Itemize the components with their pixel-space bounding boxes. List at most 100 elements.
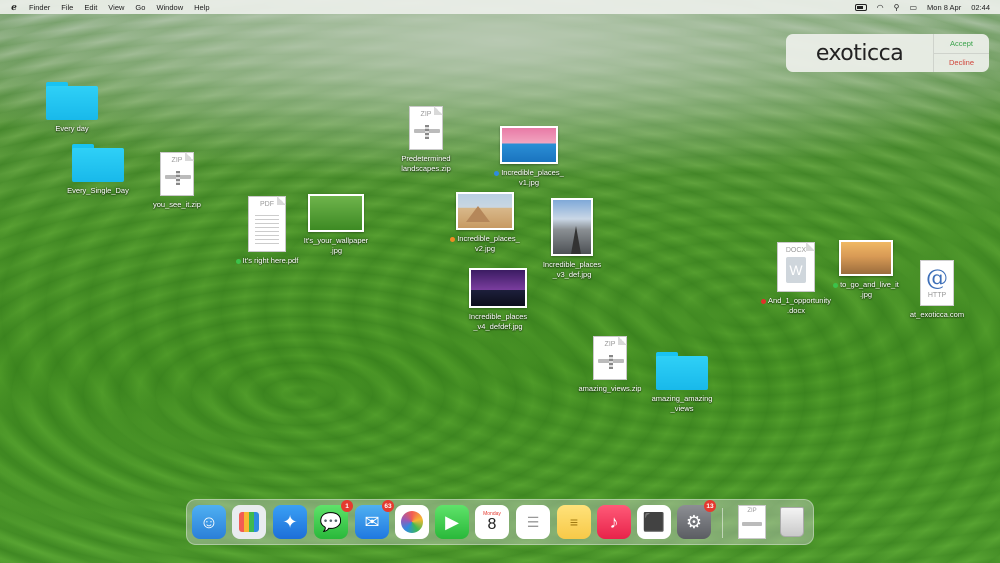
zip-file-icon: ZIP (738, 505, 766, 539)
green-tag-icon (235, 258, 241, 264)
system-settings-icon[interactable]: ⚙ 13 (677, 500, 716, 539)
image-thumbnail (500, 126, 558, 164)
mail-icon[interactable]: ✉ 63 (355, 500, 394, 539)
pdf-file-icon: PDF (248, 196, 286, 252)
zip-file-icon: ZIP (593, 336, 627, 380)
file-label: It's right here.pdf (235, 256, 299, 266)
calendar-day-num: 8 (487, 516, 497, 533)
docx-file-icon: DOCX W (777, 242, 815, 292)
messages-badge: 1 (341, 500, 353, 512)
image-thumbnail (551, 198, 593, 256)
pdf-type-label: PDF (260, 201, 274, 208)
image-thumbnail (469, 268, 527, 308)
red-tag-icon (761, 298, 767, 304)
blue-tag-icon (494, 170, 500, 176)
accept-button[interactable]: Accept (934, 34, 989, 54)
image-thumbnail (308, 194, 364, 232)
exoticca-logo-icon[interactable]: ℯ (8, 2, 20, 13)
file-incredible-places-v2-jpg[interactable]: Incredible_places_ v2.jpg (442, 192, 528, 254)
file-label: Predetermined landscapes.zip (401, 154, 451, 173)
finder-icon[interactable]: ☺ (192, 505, 226, 539)
folder-label: Every day (55, 124, 89, 133)
file-predetermined-landscapes-zip[interactable]: ZIP Predetermined landscapes.zip (390, 106, 462, 174)
folder-icon (656, 352, 708, 390)
menu-finder[interactable]: Finder (29, 3, 50, 12)
calendar-icon[interactable]: Monday 8 (475, 505, 509, 539)
search-icon[interactable]: ⚲ (894, 3, 900, 12)
docx-type-label: DOCX (785, 247, 807, 254)
folder-every-day[interactable]: Every day (44, 82, 100, 134)
file-you-see-it-zip[interactable]: ZIP you_see_it.zip (146, 152, 208, 210)
menu-time[interactable]: 02:44 (971, 3, 990, 12)
folder-label: amazing_amazing _views (651, 394, 713, 413)
photos-icon[interactable] (395, 505, 429, 539)
notification-actions: Accept Decline (933, 34, 989, 72)
file-its-your-wallpaper-jpg[interactable]: It's_your_wallpaper .jpg (296, 194, 376, 256)
zip-type-label: ZIP (171, 157, 183, 164)
file-label: at_exoticca.com (909, 310, 965, 319)
file-label: It's_your_wallpaper .jpg (303, 236, 369, 255)
file-at-exoticca-com[interactable]: @ HTTP at_exoticca.com (902, 260, 972, 320)
folder-label: Every_Single_Day (67, 186, 129, 195)
file-label: to_go_and_live_it .jpg (833, 280, 899, 300)
music-icon[interactable]: ♪ (597, 505, 631, 539)
decline-button[interactable]: Decline (934, 54, 989, 73)
image-thumbnail (456, 192, 514, 230)
menu-view[interactable]: View (108, 3, 124, 12)
messages-icon[interactable]: 💬 1 (314, 500, 353, 539)
folder-icon (72, 144, 124, 182)
http-link-icon: @ HTTP (920, 260, 954, 306)
folder-every-single-day[interactable]: Every_Single_Day (58, 144, 138, 196)
zip-type-label: ZIP (420, 111, 432, 118)
dock-zip-type-label: ZIP (747, 508, 757, 514)
safari-icon[interactable]: ✦ (273, 505, 307, 539)
pdf-label-text: It's right here.pdf (242, 256, 299, 265)
menu-bar-right: ◠ ⚲ ▭ Mon 8 Apr 02:44 (854, 0, 990, 14)
wifi-icon[interactable]: ◠ (877, 3, 884, 12)
battery-icon[interactable] (854, 3, 867, 11)
menu-window[interactable]: Window (156, 3, 183, 12)
menu-go[interactable]: Go (135, 3, 145, 12)
file-label: Incredible_places _v4_defdef.jpg (468, 312, 528, 331)
to-go-label-text: to_go_and_live_it .jpg (840, 280, 899, 299)
notes-icon[interactable]: ≡ (557, 505, 591, 539)
control-center-icon[interactable]: ▭ (909, 3, 917, 12)
file-to-go-and-live-it-jpg[interactable]: to_go_and_live_it .jpg (826, 240, 906, 300)
folder-icon (46, 82, 98, 120)
app-store-icon[interactable]: ⬛ (637, 505, 671, 539)
reminders-icon[interactable]: ☰ (516, 505, 550, 539)
file-label: Incredible_places_ v1.jpg (494, 168, 564, 188)
zip-file-icon: ZIP (409, 106, 443, 150)
zip-file-icon: ZIP (160, 152, 194, 196)
trash-icon[interactable] (775, 505, 809, 539)
facetime-icon[interactable]: ▶ (435, 505, 469, 539)
menu-bar: ℯ Finder File Edit View Go Window Help ◠… (0, 0, 1000, 14)
menu-file[interactable]: File (61, 3, 73, 12)
menu-bar-left: ℯ Finder File Edit View Go Window Help (0, 2, 221, 13)
file-incredible-places-v4-defdef-jpg[interactable]: Incredible_places _v4_defdef.jpg (458, 268, 538, 332)
menu-help[interactable]: Help (194, 3, 209, 12)
file-amazing-views-zip[interactable]: ZIP amazing_views.zip (570, 336, 650, 394)
docx-label-text: And_1_opportunity .docx (768, 296, 831, 315)
menu-edit[interactable]: Edit (84, 3, 97, 12)
file-label: you_see_it.zip (153, 200, 201, 209)
zip-stack-icon[interactable]: ZIP (735, 505, 769, 539)
image-thumbnail (839, 240, 893, 276)
launchpad-icon[interactable] (232, 505, 266, 539)
settings-badge: 13 (704, 500, 716, 512)
file-incredible-places-v3-def-jpg[interactable]: Incredible_places _v3_def.jpg (532, 198, 612, 280)
mail-badge: 63 (382, 500, 394, 512)
file-incredible-places-v1-jpg[interactable]: Incredible_places_ v1.jpg (486, 126, 572, 188)
file-label: Incredible_places _v3_def.jpg (542, 260, 602, 279)
green-tag-icon (833, 282, 839, 288)
file-label: And_1_opportunity .docx (761, 296, 831, 316)
orange-tag-icon (450, 236, 456, 242)
notification-brand: exoticca (815, 40, 904, 66)
file-label: Incredible_places_ v2.jpg (450, 234, 520, 254)
folder-amazing-amazing-views[interactable]: amazing_amazing _views (644, 352, 720, 414)
zip-type-label: ZIP (604, 341, 616, 348)
dock: ☺ ✦ 💬 1 ✉ 63 ▶ Monday 8 ☰ ≡ ♪ ⬛ ⚙ 13 ZIP (186, 499, 814, 545)
inc-v2-label-text: Incredible_places_ v2.jpg (457, 234, 520, 253)
http-type-label: HTTP (927, 291, 947, 299)
menu-date[interactable]: Mon 8 Apr (927, 3, 961, 12)
